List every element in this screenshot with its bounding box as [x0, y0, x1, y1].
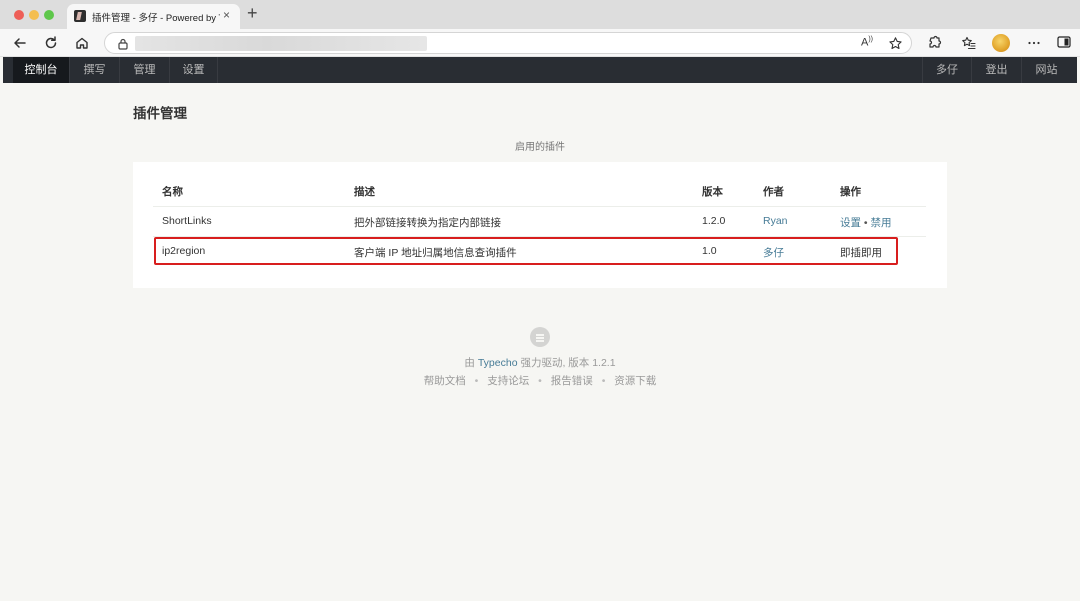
plugin-actions: 设置 • 禁用 — [840, 215, 892, 230]
column-header-actions: 操作 — [840, 186, 861, 198]
read-aloud-icon[interactable]: A)) — [861, 36, 873, 49]
url-text-blurred — [135, 36, 427, 51]
site-favicon-icon — [74, 10, 86, 22]
browser-tab[interactable]: 插件管理 - 多仔 - Powered by Typecho × — [67, 4, 240, 29]
browser-window: 插件管理 - 多仔 - Powered by Typecho × + A)) — [0, 0, 1080, 601]
column-header-description: 描述 — [354, 186, 375, 198]
typecho-link[interactable]: Typecho — [478, 357, 518, 369]
footer-separator: • — [601, 375, 606, 387]
plugin-settings-link[interactable]: 设置 — [840, 217, 861, 229]
extensions-icon[interactable] — [925, 34, 943, 52]
nav-item-write[interactable]: 撰写 — [70, 57, 120, 83]
nav-item-user[interactable]: 多仔 — [922, 57, 971, 83]
footer-separator: • — [538, 375, 542, 387]
plugin-name: ShortLinks — [162, 215, 212, 227]
sidebar-toggle-icon[interactable] — [1056, 34, 1072, 50]
footer-link-help[interactable]: 帮助文档 — [424, 375, 466, 387]
footer-version-text: 强力驱动, 版本 1.2.1 — [517, 357, 616, 369]
tab-bar: 插件管理 - 多仔 - Powered by Typecho × + — [0, 0, 1080, 29]
minimize-window-button[interactable] — [29, 10, 39, 20]
profile-avatar[interactable] — [992, 34, 1010, 52]
plugin-author-link[interactable]: Ryan — [763, 215, 788, 227]
footer-links: 帮助文档 • 支持论坛 • 报告错误 • 资源下载 — [0, 373, 1080, 388]
more-options-icon[interactable] — [1025, 34, 1043, 52]
section-title: 启用的插件 — [515, 142, 565, 153]
footer-prefix: 由 — [464, 357, 478, 369]
favorites-list-icon[interactable] — [960, 34, 978, 52]
action-separator: • — [863, 217, 868, 229]
new-tab-button[interactable]: + — [247, 3, 258, 23]
column-header-version: 版本 — [702, 186, 723, 198]
tab-close-icon[interactable]: × — [223, 8, 230, 22]
page-title: 插件管理 — [133, 106, 187, 121]
nav-item-dashboard[interactable]: 控制台 — [13, 57, 70, 83]
column-header-author: 作者 — [763, 186, 784, 198]
nav-item-logout[interactable]: 登出 — [971, 57, 1021, 83]
plugin-version: 1.2.0 — [702, 215, 726, 227]
table-header-divider — [153, 206, 926, 207]
highlight-annotation-box — [154, 237, 898, 265]
footer-separator: • — [474, 375, 479, 387]
nav-item-website[interactable]: 网站 — [1021, 57, 1071, 83]
back-arrow-icon[interactable] — [11, 34, 29, 52]
favorite-star-icon[interactable] — [888, 36, 903, 51]
column-header-name: 名称 — [162, 186, 183, 198]
close-window-button[interactable] — [14, 10, 24, 20]
footer-link-forum[interactable]: 支持论坛 — [487, 375, 529, 387]
footer-link-report-bug[interactable]: 报告错误 — [551, 375, 593, 387]
maximize-window-button[interactable] — [44, 10, 54, 20]
plugin-description: 把外部链接转换为指定内部链接 — [354, 217, 501, 229]
footer-powered-by: 由 Typecho 强力驱动, 版本 1.2.1 — [0, 355, 1080, 370]
plugin-disable-link[interactable]: 禁用 — [871, 217, 892, 229]
reload-icon[interactable] — [42, 34, 60, 52]
nav-item-settings[interactable]: 设置 — [170, 57, 218, 83]
admin-nav-bar: 控制台 撰写 管理 设置 多仔 登出 网站 — [3, 57, 1077, 83]
tab-title: 插件管理 - 多仔 - Powered by Typecho — [92, 13, 220, 24]
browser-toolbar: A)) — [0, 29, 1080, 57]
typecho-logo-icon — [530, 327, 550, 347]
plugins-table: 名称 描述 版本 作者 操作 ShortLinks 把外部链接转换为指定内部链接… — [133, 162, 947, 288]
address-bar[interactable]: A)) — [104, 32, 912, 54]
home-icon[interactable] — [73, 34, 91, 52]
lock-icon[interactable] — [117, 37, 129, 51]
footer-link-downloads[interactable]: 资源下载 — [614, 375, 656, 387]
nav-item-manage[interactable]: 管理 — [120, 57, 170, 83]
